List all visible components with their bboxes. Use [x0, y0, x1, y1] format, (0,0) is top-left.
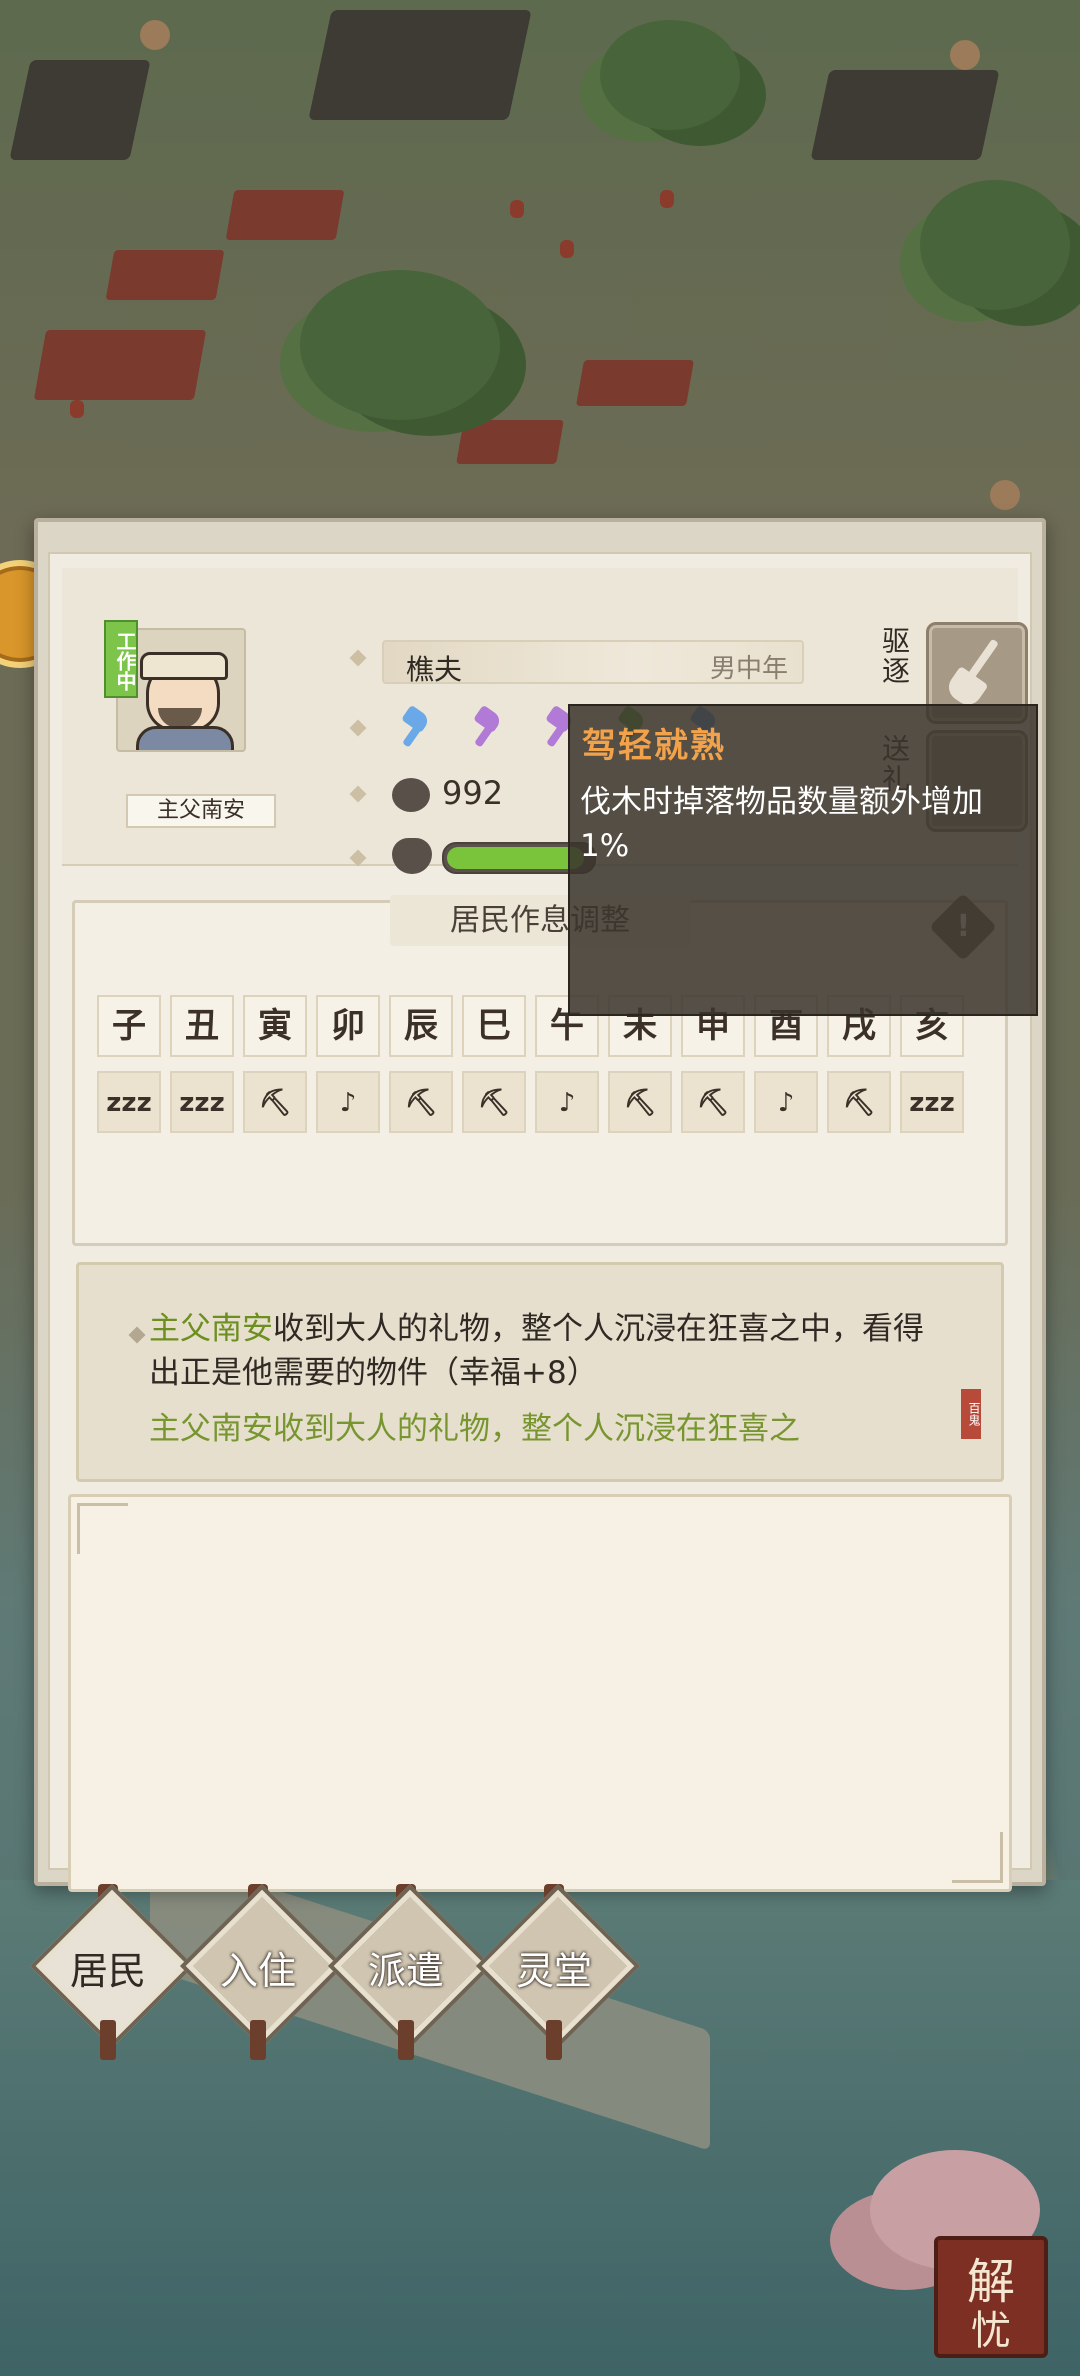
tooltip-title: 驾轻就熟 — [582, 726, 726, 766]
sleep-icon[interactable]: zzz — [900, 1071, 964, 1133]
job-bar: 樵夫 男中年 — [382, 640, 804, 686]
axe-skill-1-icon[interactable] — [392, 704, 440, 752]
row-bullet — [349, 785, 367, 803]
hour-cell: 子 — [97, 995, 161, 1057]
happiness-value: 992 — [442, 774, 504, 812]
hour-cell: 寅 — [243, 995, 307, 1057]
job-name: 樵夫 — [406, 653, 463, 686]
row-bullet — [349, 719, 367, 737]
hour-cell: 巳 — [462, 995, 526, 1057]
work-pickaxe-icon[interactable]: ⛏ — [827, 1071, 891, 1133]
happiness-icon — [392, 778, 430, 812]
health-bar-fill — [447, 847, 584, 869]
log-bullet — [128, 1326, 146, 1344]
notes-area — [68, 1494, 1012, 1892]
gender-age: 男中年 — [709, 654, 788, 684]
tooltip-text: 伐木时掉落物品数量额外增加1% — [580, 784, 983, 864]
work-pickaxe-icon[interactable]: ⛏ — [462, 1071, 526, 1133]
corner-ornament — [952, 1832, 1003, 1883]
work-pickaxe-icon[interactable]: ⛏ — [608, 1071, 672, 1133]
hour-cell: 辰 — [389, 995, 453, 1057]
expel-label: 驱逐 — [878, 626, 911, 686]
tab-residents[interactable]: 居民 — [29, 1883, 195, 2060]
resident-name: 主父南安 — [126, 794, 276, 828]
working-status-badge: 工作中 — [104, 620, 138, 698]
work-pickaxe-icon[interactable]: ⛏ — [389, 1071, 453, 1133]
work-pickaxe-icon[interactable]: ⛏ — [681, 1071, 745, 1133]
leisure-icon[interactable]: ♪ — [535, 1071, 599, 1133]
bottom-tabs: 居民 入住 派遣 灵堂 — [0, 1883, 1080, 2078]
corner-ornament — [77, 1503, 128, 1554]
seal-stamp: 百鬼 — [961, 1389, 981, 1439]
tab-memorial-hall[interactable]: 灵堂 — [475, 1883, 641, 2060]
heart-icon — [392, 838, 432, 874]
axe-skill-2-icon[interactable] — [464, 704, 512, 752]
row-bullet — [349, 649, 367, 667]
sleep-icon[interactable]: zzz — [170, 1071, 234, 1133]
tab-dispatch[interactable]: 派遣 — [327, 1883, 493, 2060]
resident-avatar-area[interactable]: 工作中 — [104, 620, 246, 780]
row-bullet — [349, 849, 367, 867]
leisure-icon[interactable]: ♪ — [754, 1071, 818, 1133]
log-entry: 主父南安收到大人的礼物，整个人沉浸在狂喜之中，看得出正是他需要的物件（幸福+8）… — [149, 1307, 951, 1463]
jieyou-button[interactable]: 解 忧 — [934, 2236, 1048, 2358]
hour-cell: 卯 — [316, 995, 380, 1057]
tab-move-in[interactable]: 入住 — [179, 1883, 345, 2060]
log-resident-name: 主父南安 — [149, 1311, 273, 1347]
skill-tooltip: 驾轻就熟 伐木时掉落物品数量额外增加1% — [568, 704, 1038, 1016]
work-pickaxe-icon[interactable]: ⛏ — [243, 1071, 307, 1133]
leisure-icon[interactable]: ♪ — [316, 1071, 380, 1133]
event-log: 主父南安收到大人的礼物，整个人沉浸在狂喜之中，看得出正是他需要的物件（幸福+8）… — [76, 1262, 1004, 1482]
log-entry-next: 主父南安收到大人的礼物，整个人沉浸在狂喜之 — [149, 1411, 800, 1447]
sleep-icon[interactable]: zzz — [97, 1071, 161, 1133]
hour-cell: 丑 — [170, 995, 234, 1057]
